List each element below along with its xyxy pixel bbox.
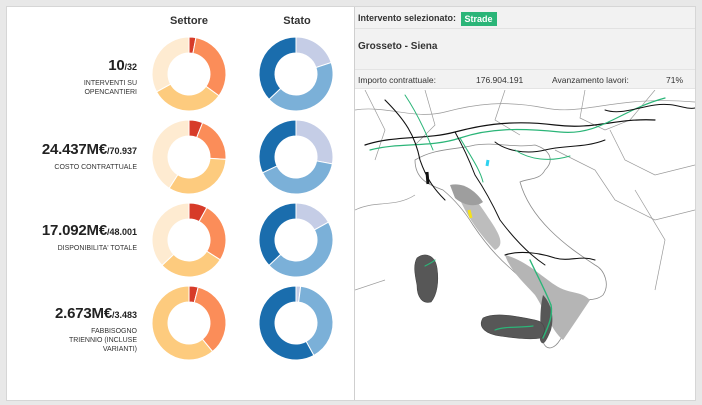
detail-panel: Intervento selezionato: Strade Grosseto … <box>355 7 695 400</box>
selected-route-highlight <box>467 209 473 219</box>
donut-stato-row2-slice2[interactable] <box>258 202 297 267</box>
donut-settore-row0-slice3[interactable] <box>151 36 190 93</box>
donut-stato-row2-slice1[interactable] <box>268 221 334 278</box>
cyan-highlight <box>485 159 490 167</box>
donut-stato-row1-slice0[interactable] <box>295 119 334 165</box>
donut-settore-row1-slice2[interactable] <box>168 157 227 195</box>
stats-bar: Importo contrattuale: 176.904.191 Avanza… <box>355 69 695 89</box>
importo-value: 176.904.191 <box>476 75 524 85</box>
app-frame: Settore Stato 10/32 INTERVENTI SU OPENCA… <box>6 6 696 401</box>
region-sardinia <box>414 254 439 303</box>
donut-settore-row1-slice1[interactable] <box>196 121 227 160</box>
italy-map[interactable] <box>355 90 695 400</box>
donut-stato-row0-slice2[interactable] <box>258 36 297 101</box>
route-title: Grosseto - Siena <box>355 29 695 69</box>
avanzamento-label: Avanzamento lavori: <box>552 75 629 85</box>
donut-stato-row0-slice0[interactable] <box>295 36 332 69</box>
donut-charts <box>151 36 334 361</box>
avanzamento-value: 71% <box>666 75 684 85</box>
sector-badge[interactable]: Strade <box>460 11 497 26</box>
importo-label: Importo contrattuale: <box>358 75 436 85</box>
black-highlight <box>425 171 430 185</box>
selection-bar: Intervento selezionato: Strade <box>355 7 695 29</box>
donut-settore-row0-slice1[interactable] <box>192 37 227 97</box>
summary-panel: Settore Stato 10/32 INTERVENTI SU OPENCA… <box>7 7 352 400</box>
selected-label: Intervento selezionato: <box>358 13 457 23</box>
donut-settore-row2-slice1[interactable] <box>198 206 227 261</box>
donut-settore-row2-slice3[interactable] <box>151 202 190 267</box>
donut-stato-row1-slice2[interactable] <box>258 119 297 174</box>
